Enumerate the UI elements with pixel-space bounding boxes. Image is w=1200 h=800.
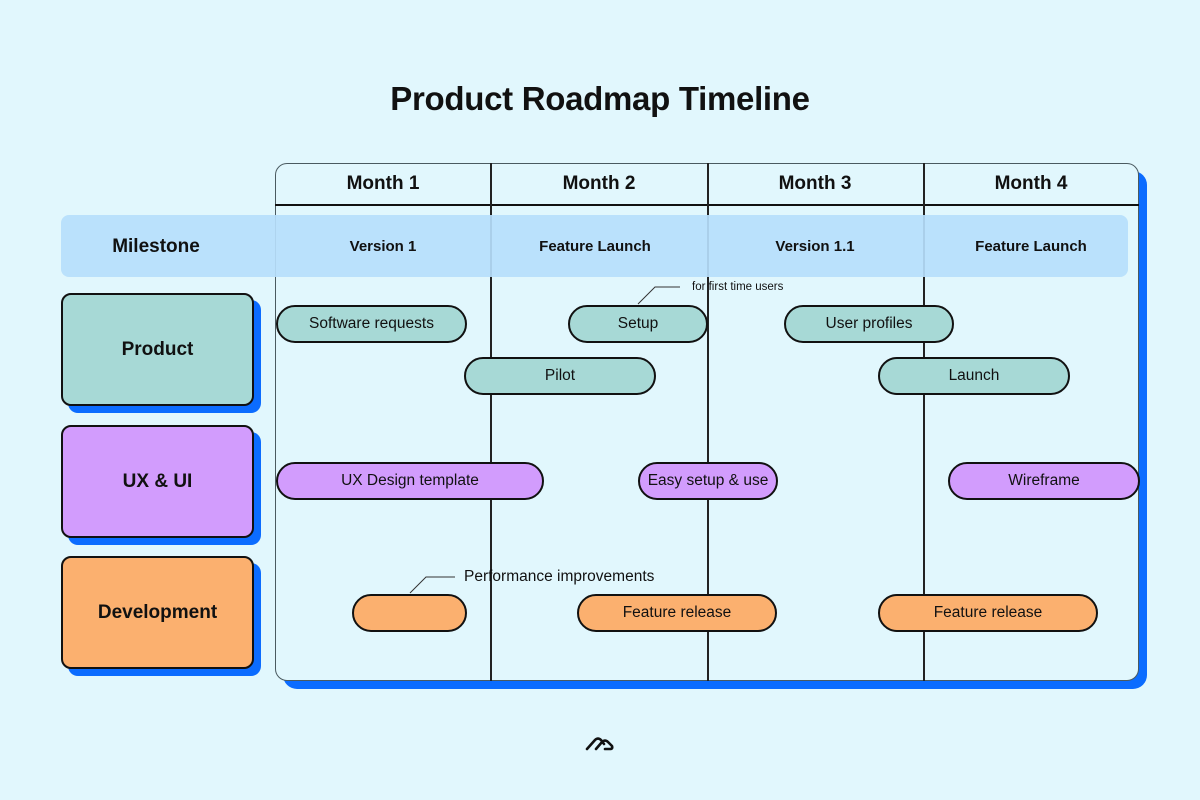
- brand-logo-icon: [585, 737, 614, 751]
- dev-note-leader: [409, 576, 455, 594]
- setup-note-leader: [637, 286, 680, 305]
- dev-annotation: Performance improvements: [464, 568, 655, 585]
- annotation-leaders: [409, 286, 680, 594]
- setup-annotation: for first time users: [692, 281, 784, 293]
